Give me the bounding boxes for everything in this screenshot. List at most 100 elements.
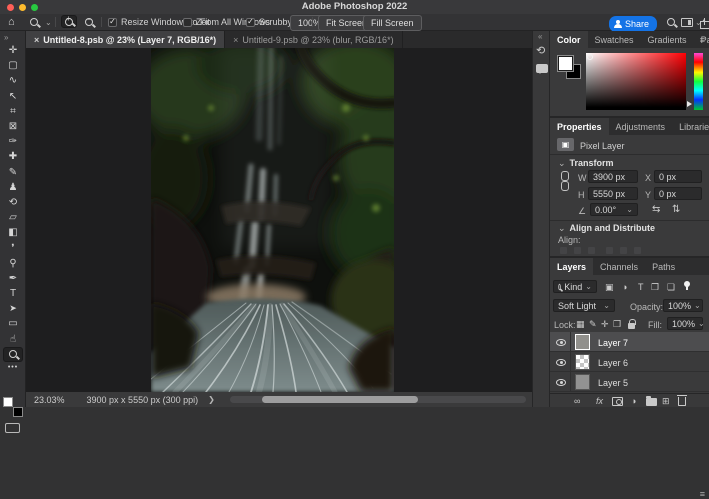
layer-filter-toggle[interactable]: [684, 281, 690, 287]
color-picker-marker[interactable]: [587, 54, 593, 60]
align-left-button[interactable]: [560, 247, 567, 254]
pen-tool[interactable]: ✒: [3, 271, 23, 286]
panel-menu-icon[interactable]: ≡: [700, 489, 705, 499]
tab-color[interactable]: Color: [550, 31, 588, 48]
filter-smart-objects-icon[interactable]: ❏: [667, 282, 675, 293]
document-tab-2[interactable]: × Untitled-9.psb @ 23% (blur, RGB/16*): [225, 31, 402, 48]
panel-menu-icon[interactable]: ≡: [700, 35, 705, 45]
healing-brush-tool[interactable]: ✚: [3, 149, 23, 164]
edit-toolbar-button[interactable]: •••: [8, 364, 18, 371]
marquee-tool[interactable]: ▢: [3, 58, 23, 73]
lock-transparent-pixels-icon[interactable]: ▦: [576, 319, 585, 330]
lock-artboard-icon[interactable]: ❒: [613, 319, 621, 330]
layer-thumbnail[interactable]: [575, 374, 590, 390]
zoom-tool-preset[interactable]: [30, 14, 38, 30]
background-color-swatch[interactable]: [13, 407, 23, 417]
dodge-tool[interactable]: ⚲: [3, 256, 23, 271]
fill-screen-button[interactable]: Fill Screen: [363, 15, 422, 31]
document-tab-1[interactable]: × Untitled-8.psb @ 23% (Layer 7, RGB/16*…: [26, 31, 225, 48]
close-icon[interactable]: ×: [233, 35, 238, 45]
flip-vertical-icon[interactable]: ⇅: [672, 204, 680, 215]
frame-tool[interactable]: ⊠: [3, 119, 23, 134]
tab-swatches[interactable]: Swatches: [588, 31, 641, 48]
eraser-tool[interactable]: ▱: [3, 210, 23, 225]
new-group-icon[interactable]: [646, 398, 657, 406]
add-layer-mask-icon[interactable]: [612, 397, 623, 406]
close-window-button[interactable]: [7, 4, 14, 11]
tab-paths[interactable]: Paths: [645, 258, 682, 275]
link-dimensions-icon[interactable]: [560, 171, 569, 193]
horizontal-scrollbar-track[interactable]: [230, 396, 526, 403]
lock-position-icon[interactable]: ✛: [601, 319, 609, 330]
zoom-window-button[interactable]: [31, 4, 38, 11]
tab-channels[interactable]: Channels: [593, 258, 645, 275]
horizontal-scrollbar-thumb[interactable]: [262, 396, 418, 403]
toolbar-expand-icon[interactable]: »: [4, 33, 8, 42]
eyedropper-tool[interactable]: ✑: [3, 134, 23, 149]
zoom-out-button[interactable]: −: [81, 14, 97, 30]
saturation-brightness-field[interactable]: [586, 53, 686, 110]
lock-image-pixels-icon[interactable]: ✎: [589, 319, 597, 330]
filter-shape-layers-icon[interactable]: ❐: [651, 282, 659, 293]
x-field[interactable]: 0 px: [654, 170, 702, 183]
comments-panel-icon[interactable]: [536, 64, 548, 73]
foreground-color-swatch[interactable]: [558, 56, 573, 71]
filter-type-layers-icon[interactable]: T: [638, 282, 644, 292]
layer-thumbnail[interactable]: [575, 354, 590, 370]
layer-effects-icon[interactable]: fx: [596, 396, 603, 406]
filter-pixel-layers-icon[interactable]: ▣: [605, 282, 614, 293]
layer-row-layer-7[interactable]: Layer 7: [550, 332, 709, 352]
rotation-field[interactable]: 0.00°⌄: [590, 203, 638, 216]
home-icon[interactable]: ⌂: [8, 14, 15, 30]
tab-adjustments[interactable]: Adjustments: [609, 118, 673, 135]
export-button[interactable]: [700, 15, 709, 31]
history-panel-icon[interactable]: ⟲: [536, 44, 545, 57]
foreground-color-swatch[interactable]: [3, 397, 13, 407]
align-top-button[interactable]: [606, 247, 613, 254]
object-selection-tool[interactable]: ↖: [3, 89, 23, 104]
width-field[interactable]: 3900 px: [588, 170, 638, 183]
hue-slider[interactable]: [694, 53, 703, 110]
align-center-h-button[interactable]: [574, 247, 581, 254]
blur-tool[interactable]: ❜: [3, 240, 23, 255]
zoom-tool-selected[interactable]: [3, 347, 23, 362]
align-center-v-button[interactable]: [620, 247, 627, 254]
screen-mode-button[interactable]: [5, 423, 20, 433]
clone-stamp-tool[interactable]: ♟: [3, 180, 23, 195]
move-tool[interactable]: ✛: [3, 43, 23, 58]
align-bottom-button[interactable]: [634, 247, 641, 254]
close-icon[interactable]: ×: [34, 35, 39, 45]
new-layer-icon[interactable]: ⊞: [662, 396, 670, 407]
share-button[interactable]: Share: [609, 16, 657, 32]
transform-section-header[interactable]: ⌄Transform: [558, 158, 614, 169]
blend-mode-dropdown[interactable]: Soft Light ⌄: [553, 299, 615, 312]
crop-tool[interactable]: ⌗: [3, 104, 23, 119]
align-right-button[interactable]: [588, 247, 595, 254]
shape-tool[interactable]: ▭: [3, 316, 23, 331]
layer-row-layer-6[interactable]: Layer 6: [550, 352, 709, 372]
brush-tool[interactable]: ✎: [3, 165, 23, 180]
color-swatches[interactable]: [3, 397, 23, 417]
adjustment-layer-icon[interactable]: ◑: [631, 396, 636, 406]
search-button[interactable]: [667, 14, 675, 30]
height-field[interactable]: 5550 px: [588, 187, 638, 200]
layer-filter-kind-dropdown[interactable]: Kind ⌄: [553, 280, 597, 293]
tool-preset-chevron-icon[interactable]: ⌄: [45, 14, 52, 30]
opacity-field[interactable]: 100% ⌄: [663, 299, 703, 312]
document-canvas-image[interactable]: [151, 48, 394, 392]
layer-thumbnail[interactable]: [575, 334, 590, 350]
tab-properties[interactable]: Properties: [550, 118, 609, 135]
hand-tool[interactable]: ☝: [3, 332, 23, 347]
filter-adjustment-layers-icon[interactable]: ◑: [622, 282, 627, 292]
visibility-eye-icon[interactable]: [556, 339, 566, 346]
tab-gradients[interactable]: Gradients: [641, 31, 694, 48]
layer-name[interactable]: Layer 7: [598, 338, 628, 348]
flip-horizontal-icon[interactable]: ⇆: [652, 204, 660, 215]
history-brush-tool[interactable]: ⟲: [3, 195, 23, 210]
lock-all-icon[interactable]: [628, 323, 635, 329]
canvas-area[interactable]: [26, 48, 532, 392]
delete-layer-icon[interactable]: [678, 397, 686, 406]
type-tool[interactable]: T: [3, 286, 23, 301]
path-selection-tool[interactable]: ➤: [3, 301, 23, 316]
visibility-eye-icon[interactable]: [556, 379, 566, 386]
